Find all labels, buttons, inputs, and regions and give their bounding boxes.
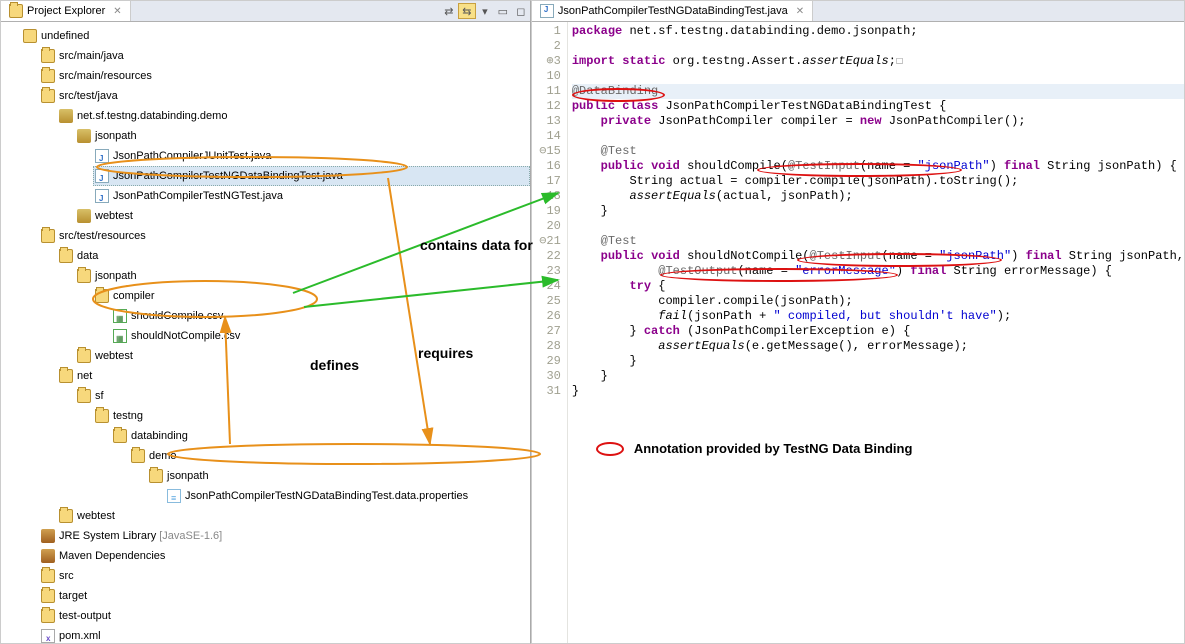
label-requires: requires <box>418 345 473 361</box>
label-defines: defines <box>310 357 359 373</box>
diagram-overlay: defines contains data for requires <box>0 0 1185 644</box>
label-contains: contains data for <box>420 237 533 253</box>
